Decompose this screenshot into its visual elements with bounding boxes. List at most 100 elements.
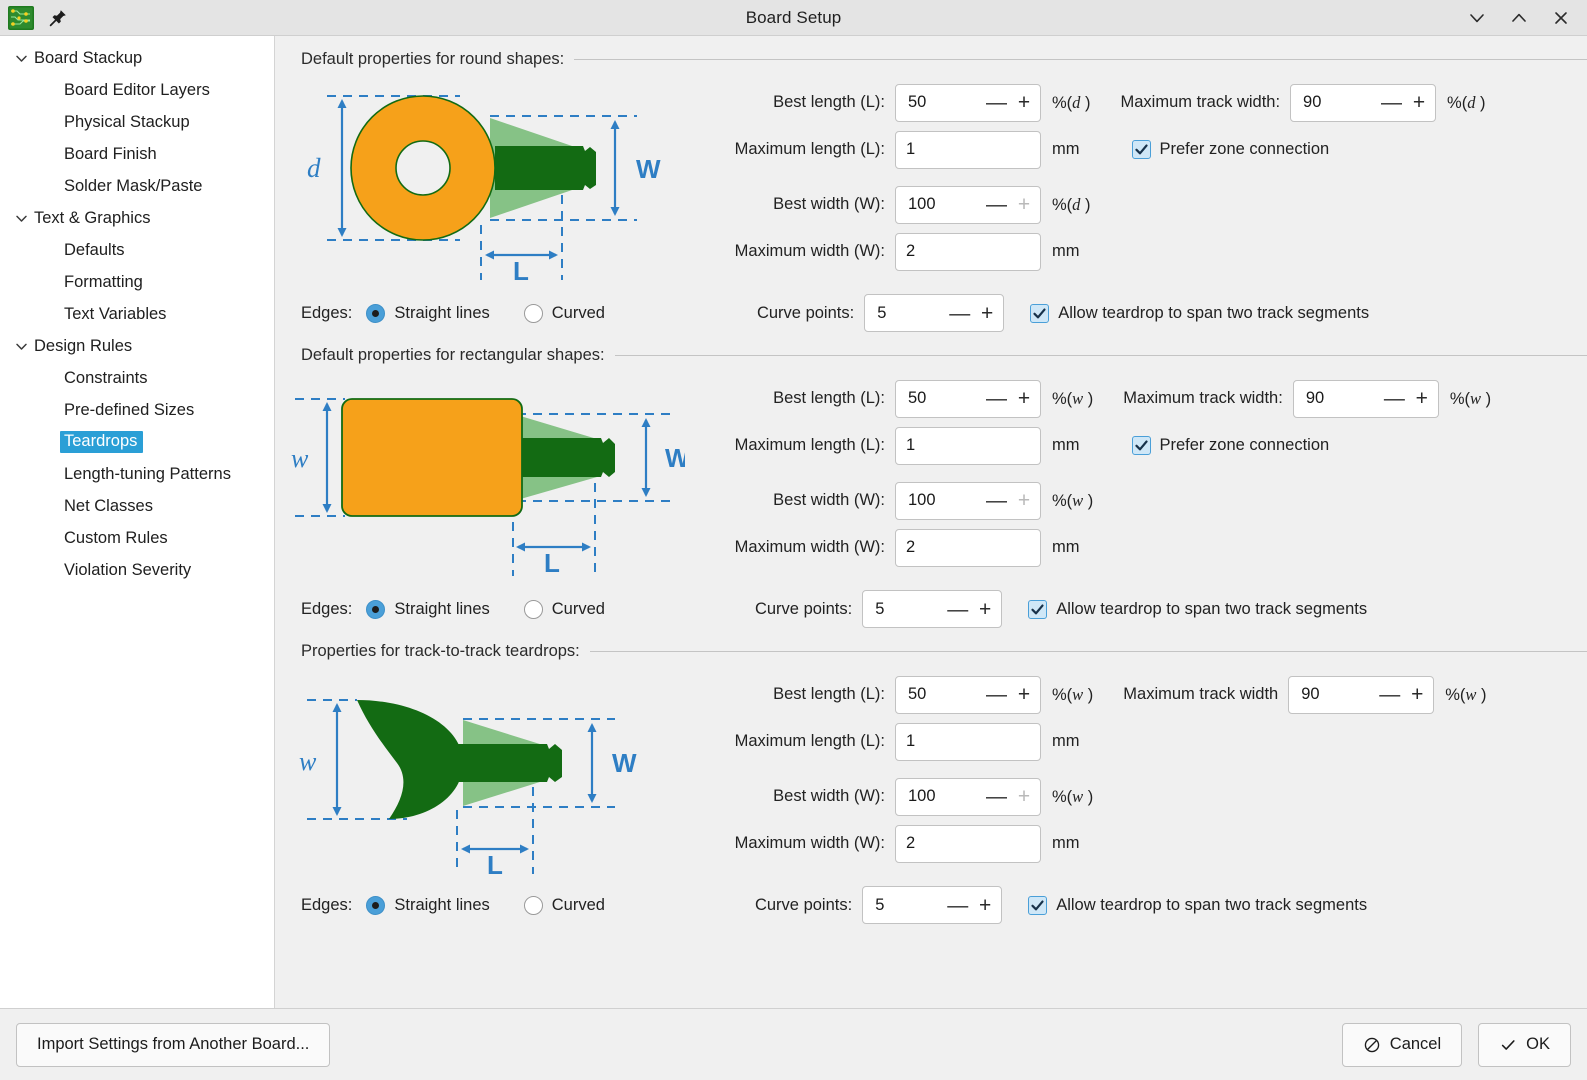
max-length-input[interactable]: 1	[895, 130, 1041, 169]
curve-points-input-increment[interactable]: +	[977, 599, 993, 620]
max-width-input[interactable]: 2	[895, 528, 1041, 567]
edges-radio-curved-box[interactable]	[523, 303, 543, 323]
cancel-label: Cancel	[1389, 1035, 1442, 1053]
best-length-input[interactable]: 50— +	[895, 675, 1041, 714]
sidebar-item-text-variables[interactable]: Text Variables	[0, 298, 274, 330]
prefer-zone-connection-checkbox-box[interactable]	[1131, 436, 1151, 455]
max-track-width-input[interactable]: 90— +	[1288, 675, 1435, 714]
edges-radio-curved-box[interactable]	[523, 895, 543, 915]
prefer-zone-connection-checkbox[interactable]: Prefer zone connection	[1131, 436, 1329, 455]
best-length-input[interactable]: 50— +	[895, 83, 1041, 122]
sidebar-item-text-graphics[interactable]: Text & Graphics	[0, 202, 274, 234]
allow-span-two-segments-checkbox-box[interactable]	[1030, 303, 1050, 323]
sidebar-item-length-tuning-patterns[interactable]: Length-tuning Patterns	[0, 458, 274, 490]
pin-icon[interactable]	[48, 8, 68, 28]
curve-points-input-increment[interactable]: +	[979, 303, 995, 324]
best-length-input-decrement[interactable]: —	[986, 684, 1007, 705]
sidebar-item-board-editor-layers[interactable]: Board Editor Layers	[0, 74, 274, 106]
svg-text:d: d	[307, 153, 321, 183]
allow-span-two-segments-checkbox[interactable]: Allow teardrop to span two track segment…	[1028, 895, 1367, 915]
max-track-width-input[interactable]: 90— +	[1292, 379, 1439, 418]
best-width-input[interactable]: 100— +	[895, 481, 1041, 520]
minimize-button[interactable]	[1467, 8, 1487, 28]
max-length-input[interactable]: 1	[895, 722, 1041, 761]
edges-radio-straight-lines-box[interactable]	[366, 895, 386, 915]
prefer-zone-connection-checkbox[interactable]: Prefer zone connection	[1131, 140, 1329, 159]
best-width-input-decrement[interactable]: —	[986, 490, 1007, 511]
sidebar-item-pre-defined-sizes[interactable]: Pre-defined Sizes	[0, 394, 274, 426]
maximize-button[interactable]	[1509, 8, 1529, 28]
edges-radio-straight-lines[interactable]: Straight lines	[366, 303, 490, 323]
curve-points-input-decrement[interactable]: —	[947, 599, 968, 620]
max-track-width-input[interactable]: 90— +	[1290, 83, 1437, 122]
max-track-width-input-decrement[interactable]: —	[1384, 388, 1405, 409]
max-track-width-input-decrement[interactable]: —	[1381, 92, 1402, 113]
ok-button[interactable]: OK	[1478, 1022, 1571, 1067]
best-length-input[interactable]: 50— +	[895, 379, 1041, 418]
sidebar-item-board-stackup[interactable]: Board Stackup	[0, 42, 274, 74]
close-button[interactable]	[1551, 8, 1571, 28]
edges-radio-straight-lines[interactable]: Straight lines	[366, 599, 490, 619]
sidebar-item-constraints[interactable]: Constraints	[0, 362, 274, 394]
best-length-input-increment[interactable]: +	[1016, 92, 1032, 113]
max-track-width-input-increment[interactable]: +	[1414, 388, 1430, 409]
curve-points-input-value: 5	[875, 599, 885, 618]
max-width-input[interactable]: 2	[895, 824, 1041, 863]
allow-span-two-segments-checkbox-box[interactable]	[1028, 599, 1048, 619]
max-track-width-input-increment[interactable]: +	[1409, 684, 1425, 705]
allow-span-two-segments-checkbox[interactable]: Allow teardrop to span two track segment…	[1030, 303, 1369, 323]
curve-points-input-increment[interactable]: +	[977, 895, 993, 916]
edges-radio-straight-lines-box[interactable]	[366, 599, 386, 619]
max-width-input[interactable]: 2	[895, 232, 1041, 271]
curve-points-input-decrement[interactable]: —	[949, 303, 970, 324]
curve-points-input[interactable]: 5— +	[864, 294, 1005, 332]
max-length-label: Maximum length (L):	[734, 732, 885, 750]
chevron-down-icon[interactable]	[8, 211, 34, 226]
settings-tree-sidebar[interactable]: Board Stackup Board Editor Layers Physical…	[0, 36, 275, 1008]
best-length-input-decrement[interactable]: —	[986, 388, 1007, 409]
allow-span-two-segments-checkbox-box[interactable]	[1028, 895, 1048, 915]
best-length-input-increment[interactable]: +	[1016, 684, 1032, 705]
prefer-zone-connection-checkbox-box[interactable]	[1131, 140, 1151, 159]
curve-points-input-decrement[interactable]: —	[947, 895, 968, 916]
import-settings-button[interactable]: Import Settings from Another Board...	[16, 1022, 331, 1067]
edges-radio-curved[interactable]: Curved	[523, 895, 605, 915]
sidebar-item-formatting[interactable]: Formatting	[0, 266, 274, 298]
best-width-input-value: 100	[908, 195, 936, 213]
chevron-down-icon[interactable]	[8, 51, 34, 66]
sidebar-item-solder-mask-paste[interactable]: Solder Mask/Paste	[0, 170, 274, 202]
max-track-width-input-decrement[interactable]: —	[1379, 684, 1400, 705]
sidebar-item-net-classes[interactable]: Net Classes	[0, 490, 274, 522]
edges-radio-straight-lines-box[interactable]	[366, 303, 386, 323]
sidebar-item-physical-stackup[interactable]: Physical Stackup	[0, 106, 274, 138]
sidebar-item-board-finish[interactable]: Board Finish	[0, 138, 274, 170]
best-width-label: Best width (W):	[773, 787, 885, 805]
edges-radio-straight-lines[interactable]: Straight lines	[366, 895, 490, 915]
rect-pad-teardrop-diagram: w W L	[275, 371, 695, 586]
edges-radio-curved[interactable]: Curved	[523, 303, 605, 323]
row-max-length: Maximum length (L): 1 mm	[695, 718, 1587, 765]
best-length-input-decrement[interactable]: —	[986, 92, 1007, 113]
sidebar-item-design-rules[interactable]: Design Rules	[0, 330, 274, 362]
best-width-input[interactable]: 100— +	[895, 777, 1041, 816]
sidebar-item-label: Defaults	[64, 240, 125, 259]
max-length-label: Maximum length (L):	[734, 140, 885, 158]
sidebar-item-teardrops[interactable]: Teardrops	[0, 426, 274, 458]
sidebar-item-custom-rules[interactable]: Custom Rules	[0, 522, 274, 554]
best-width-input-decrement[interactable]: —	[986, 194, 1007, 215]
edges-radio-curved-box[interactable]	[523, 599, 543, 619]
sidebar-item-violation-severity[interactable]: Violation Severity	[0, 554, 274, 586]
chevron-down-icon[interactable]	[8, 339, 34, 354]
edges-radio-curved[interactable]: Curved	[523, 599, 605, 619]
row-best-length: Best length (L): 50— + %(d ) Maximum track w…	[695, 79, 1587, 126]
best-width-input[interactable]: 100— +	[895, 185, 1041, 224]
curve-points-input[interactable]: 5 — +	[862, 590, 1003, 628]
allow-span-two-segments-checkbox[interactable]: Allow teardrop to span two track segment…	[1028, 599, 1367, 619]
best-width-input-decrement[interactable]: —	[986, 786, 1007, 807]
sidebar-item-defaults[interactable]: Defaults	[0, 234, 274, 266]
best-length-input-increment[interactable]: +	[1016, 388, 1032, 409]
max-track-width-input-increment[interactable]: +	[1411, 92, 1427, 113]
cancel-button[interactable]: Cancel	[1341, 1022, 1463, 1067]
max-length-input[interactable]: 1	[895, 426, 1041, 465]
curve-points-input[interactable]: 5— +	[862, 886, 1003, 924]
